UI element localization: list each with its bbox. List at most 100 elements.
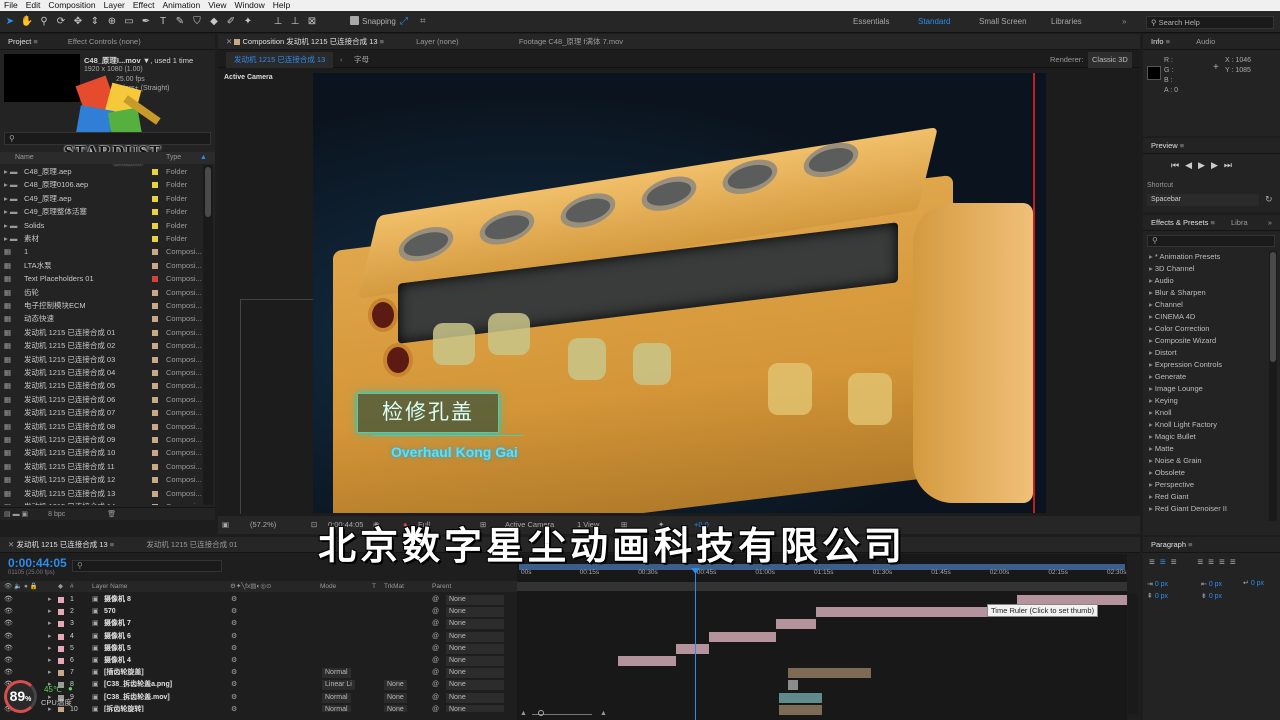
parent-pickwhip-icon[interactable]: @ xyxy=(432,704,439,712)
expand-layer-icon[interactable]: ▸ xyxy=(48,594,52,606)
layer-duration-bar[interactable] xyxy=(779,704,822,715)
effect-category[interactable]: ▸ Generate xyxy=(1143,371,1268,383)
col-mode[interactable]: Mode xyxy=(320,581,336,592)
navigator-bar[interactable] xyxy=(517,582,1127,591)
blend-mode-select[interactable]: Normal xyxy=(322,668,351,679)
layer-label-swatch[interactable] xyxy=(58,658,64,664)
col-t[interactable]: T xyxy=(372,581,376,592)
num-col-icon[interactable]: # xyxy=(70,581,74,592)
justify-all-icon[interactable]: ≡ xyxy=(1230,557,1241,568)
layer-duration-bar[interactable] xyxy=(779,692,822,703)
layer-label-swatch[interactable] xyxy=(58,597,64,603)
shy-switch-icon[interactable]: ⚙ xyxy=(231,692,237,704)
label-color-swatch[interactable] xyxy=(152,209,158,216)
menu-view[interactable]: View xyxy=(204,0,230,11)
label-color-swatch[interactable] xyxy=(152,195,158,202)
project-item[interactable]: ▦ 发动机 1215 已连接合成 02 Composi... xyxy=(0,339,203,352)
label-color-swatch[interactable] xyxy=(152,329,158,336)
project-item[interactable]: ▦ 发动机 1215 已连接合成 06 Composi... xyxy=(0,393,203,406)
play-icon[interactable]: ▶ xyxy=(1198,160,1211,170)
label-color-swatch[interactable] xyxy=(152,236,158,242)
menu-animation[interactable]: Animation xyxy=(158,0,204,11)
layer-row[interactable]: 👁▸9▣[C38_拆齿轮盖.mov]⚙NormalNone@None xyxy=(0,692,517,704)
blend-mode-select[interactable]: Linear Li xyxy=(322,680,355,691)
effect-category[interactable]: ▸ Audio xyxy=(1143,275,1268,287)
renderer-select[interactable]: Classic 3D xyxy=(1088,52,1132,68)
layer-duration-bar[interactable] xyxy=(617,656,676,666)
label-color-swatch[interactable] xyxy=(152,383,158,390)
layer-name[interactable]: [C38_拆齿轮盖a.png] xyxy=(104,679,172,691)
tab-effects-presets[interactable]: Effects & Presets xyxy=(1151,218,1208,227)
interpret-footage-icon[interactable]: ▤ xyxy=(4,511,11,518)
visibility-eye-icon[interactable]: 👁 xyxy=(4,643,13,655)
expand-layer-icon[interactable]: ▸ xyxy=(48,618,52,630)
visibility-eye-icon[interactable]: 👁 xyxy=(4,667,13,679)
parent-pickwhip-icon[interactable]: @ xyxy=(432,618,439,630)
effect-category[interactable]: ▸ Color Correction xyxy=(1143,323,1268,335)
project-item[interactable]: ▦ 发动机 1215 已连接合成 14 Composi... xyxy=(0,500,203,505)
shy-switch-icon[interactable]: ⚙ xyxy=(231,643,237,655)
layer-duration-bar[interactable] xyxy=(776,619,816,630)
menu-edit[interactable]: Edit xyxy=(22,0,45,11)
label-col-icon[interactable]: ◆ xyxy=(58,581,63,592)
bpc-label[interactable]: 8 bpc xyxy=(48,511,65,518)
project-item[interactable]: ▦ 发动机 1215 已连接合成 10 Composi... xyxy=(0,446,203,459)
axis-local-icon[interactable]: ⊥ xyxy=(271,15,285,29)
layer-name[interactable]: [插齿轮旋盖] xyxy=(104,667,144,679)
camera-dolly-icon[interactable]: ⇕ xyxy=(88,15,102,29)
label-color-swatch[interactable] xyxy=(152,182,158,189)
shy-switch-icon[interactable]: ⚙ xyxy=(231,667,237,679)
blend-mode-select[interactable]: Normal xyxy=(322,692,351,703)
first-frame-icon[interactable]: ⏮ xyxy=(1171,160,1185,170)
effect-category[interactable]: ▸ Image Lounge xyxy=(1143,383,1268,395)
timecode[interactable]: 0:00:44:05 xyxy=(8,556,67,570)
layer-name[interactable]: [C38_拆齿轮盖.mov] xyxy=(104,692,170,704)
close-icon[interactable]: ✕ xyxy=(8,540,14,549)
space-after-value[interactable]: 0 px xyxy=(1209,593,1222,600)
tab-effect-controls[interactable]: Effect Controls (none) xyxy=(68,37,141,46)
effect-category[interactable]: ▸ Knoll xyxy=(1143,407,1268,419)
parent-pickwhip-icon[interactable]: @ xyxy=(432,655,439,667)
layer-row[interactable]: 👁 ▸ 10 ▣ [拆齿轮旋转] ⚙ Normal None @ None xyxy=(0,704,517,712)
layer-name[interactable]: 摄像机 7 xyxy=(104,618,131,630)
new-comp-icon[interactable]: ▣ xyxy=(22,511,29,518)
axis-view-icon[interactable]: ⊠ xyxy=(305,15,319,29)
project-item[interactable]: ▦ 电子控制模块ECM Composi... xyxy=(0,299,203,312)
layer-label-swatch[interactable] xyxy=(58,609,64,616)
effect-category[interactable]: ▸ Distort xyxy=(1143,347,1268,359)
parent-pickwhip-icon[interactable]: @ xyxy=(432,606,439,618)
pan-behind-icon[interactable]: ⊕ xyxy=(105,15,119,29)
pen-tool-icon[interactable]: ✒ xyxy=(139,15,153,29)
rectangle-tool-icon[interactable]: ▭ xyxy=(122,15,136,29)
parent-pickwhip-icon[interactable]: @ xyxy=(432,631,439,643)
layer-duration-bar[interactable] xyxy=(788,668,871,679)
project-item[interactable]: ▦ 发动机 1215 已连接合成 08 Composi... xyxy=(0,420,203,433)
tab-project[interactable]: Project xyxy=(8,37,31,46)
parent-select[interactable]: None xyxy=(446,631,504,642)
expand-layer-icon[interactable]: ▸ xyxy=(48,655,52,667)
shortcut-select[interactable]: Spacebar xyxy=(1147,194,1259,206)
layer-name[interactable]: 摄像机 5 xyxy=(104,643,131,655)
label-color-swatch[interactable] xyxy=(152,450,158,457)
timeline-scrollbar[interactable] xyxy=(1128,594,1138,714)
tab-libraries[interactable]: Libra xyxy=(1231,218,1248,227)
visibility-eye-icon[interactable]: 👁 xyxy=(4,606,13,618)
project-item[interactable]: ▦ 齿轮 Composi... xyxy=(0,286,203,299)
next-frame-icon[interactable]: ▶ xyxy=(1211,160,1224,170)
menu-file[interactable]: File xyxy=(0,0,22,11)
project-item[interactable]: ▸ ▬ C48_原理0106.aep Folder xyxy=(0,178,203,191)
label-color-swatch[interactable] xyxy=(152,477,158,484)
justify-left-icon[interactable]: ≡ xyxy=(1197,557,1208,568)
effect-category[interactable]: ▸ Knoll Light Factory xyxy=(1143,419,1268,431)
parent-select[interactable]: None xyxy=(446,692,504,703)
project-item[interactable]: ▦ 动态快速 Composi... xyxy=(0,312,203,325)
shy-switch-icon[interactable]: ⚙ xyxy=(231,679,237,691)
layer-row[interactable]: 👁 ▸ 6 ▣ 摄像机 4 ⚙ @ None xyxy=(0,655,517,667)
menu-layer[interactable]: Layer xyxy=(100,0,129,11)
zoom-in-icon[interactable]: ▲ xyxy=(600,710,607,717)
project-item[interactable]: ▦ 发动机 1215 已连接合成 03 Composi... xyxy=(0,353,203,366)
project-item[interactable]: ▦ 发动机 1215 已连接合成 01 Composi... xyxy=(0,326,203,339)
effects-search-input[interactable]: ⚲ xyxy=(1147,235,1275,247)
zoom-out-icon[interactable]: ▲ xyxy=(520,710,527,717)
layer-row[interactable]: 👁 ▸ 7 ▣ [插齿轮旋盖] ⚙ Normal @ None xyxy=(0,667,517,679)
